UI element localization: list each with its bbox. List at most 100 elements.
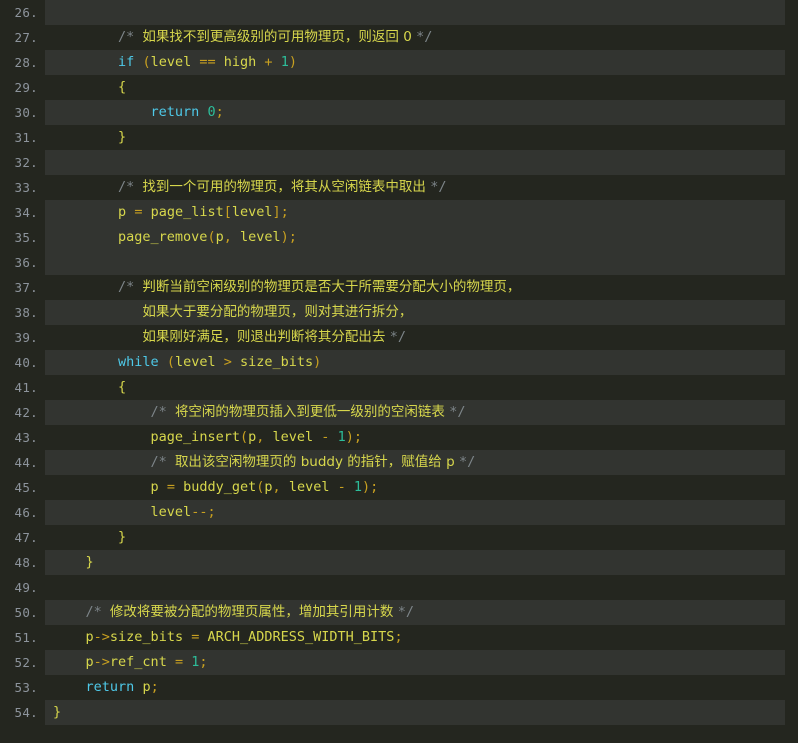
code-line[interactable]: 29. { (0, 75, 798, 100)
code-line-content[interactable] (45, 0, 798, 25)
code-line-content[interactable]: /* 找到一个可用的物理页，将其从空闲链表中取出 */ (45, 175, 798, 200)
code-line[interactable]: 35. page_remove(p, level); (0, 225, 798, 250)
token-op: ); (345, 429, 362, 445)
code-line-content[interactable]: p->ref_cnt = 1; (45, 650, 798, 675)
code-line-content[interactable]: p = buddy_get(p, level - 1); (45, 475, 798, 500)
code-line-content[interactable]: 如果刚好满足，则退出判断将其分配出去 */ (45, 325, 798, 350)
code-line-content[interactable]: page_remove(p, level); (45, 225, 798, 250)
line-number: 53. (14, 680, 38, 695)
code-line[interactable]: 31. } (0, 125, 798, 150)
code-line-content[interactable]: /* 修改将要被分配的物理页属性，增加其引用计数 */ (45, 600, 798, 625)
code-line-content[interactable]: { (45, 75, 798, 100)
code-line-content[interactable] (45, 150, 798, 175)
code-line[interactable]: 36. (0, 250, 798, 275)
line-number: 48. (14, 555, 38, 570)
token-cmt-cjk: 如果找不到更高级别的可用物理页，则返回 0 (142, 29, 417, 45)
code-line[interactable]: 49. (0, 575, 798, 600)
code-viewer[interactable]: 26. 27. /* 如果找不到更高级别的可用物理页，则返回 0 */28. if… (0, 0, 798, 743)
token-id: } (118, 529, 127, 545)
line-number: 32. (14, 155, 38, 170)
line-number: 52. (14, 655, 38, 670)
line-number: 50. (14, 605, 38, 620)
code-line-content[interactable]: return 0; (45, 100, 798, 125)
token-id: p (85, 654, 94, 670)
token-id: ref_cnt (109, 654, 167, 670)
line-number: 44. (14, 455, 38, 470)
code-line[interactable]: 26. (0, 0, 798, 25)
code-line[interactable]: 40. while (level > size_bits) (0, 350, 798, 375)
code-line[interactable]: 43. page_insert(p, level - 1); (0, 425, 798, 450)
code-line-content[interactable]: } (45, 125, 798, 150)
code-line-content[interactable]: if (level == high + 1) (45, 50, 798, 75)
code-line-content[interactable]: p->size_bits = ARCH_ADDRESS_WIDTH_BITS; (45, 625, 798, 650)
token-cmt-cjk: 找到一个可用的物理页，将其从空闲链表中取出 (142, 179, 431, 195)
code-line[interactable]: 39. 如果刚好满足，则退出判断将其分配出去 */ (0, 325, 798, 350)
code-line[interactable]: 32. (0, 150, 798, 175)
token-id: page_remove (118, 229, 208, 245)
code-line-content[interactable]: page_insert(p, level - 1); (45, 425, 798, 450)
token-op: ; (199, 654, 208, 670)
code-line[interactable]: 53. return p; (0, 675, 798, 700)
token-id: high (223, 54, 257, 70)
code-line[interactable]: 42. /* 将空闲的物理页插入到更低一级别的空闲链表 */ (0, 400, 798, 425)
code-line-content[interactable]: { (45, 375, 798, 400)
code-line[interactable]: 54.} (0, 700, 798, 725)
code-line[interactable]: 34. p = page_list[level]; (0, 200, 798, 225)
code-line-content[interactable]: while (level > size_bits) (45, 350, 798, 375)
code-line[interactable]: 30. return 0; (0, 100, 798, 125)
code-line-content[interactable] (45, 250, 798, 275)
code-line-content[interactable]: } (45, 525, 798, 550)
code-line-content[interactable]: level--; (45, 500, 798, 525)
code-line-content[interactable]: /* 判断当前空闲级别的物理页是否大于所需要分配大小的物理页， (45, 275, 798, 300)
code-line[interactable]: 38. 如果大于要分配的物理页，则对其进行拆分， (0, 300, 798, 325)
code-line[interactable]: 27. /* 如果找不到更高级别的可用物理页，则返回 0 */ (0, 25, 798, 50)
code-line[interactable]: 37. /* 判断当前空闲级别的物理页是否大于所需要分配大小的物理页， (0, 275, 798, 300)
code-line-content[interactable]: /* 取出该空闲物理页的 buddy 的指针，赋值给 p */ (45, 450, 798, 475)
token-op: -> (93, 629, 110, 645)
line-number: 43. (14, 430, 38, 445)
code-line-content[interactable]: p = page_list[level]; (45, 200, 798, 225)
code-line[interactable]: 48. } (0, 550, 798, 575)
token-op: ); (280, 229, 297, 245)
token-op: , (223, 229, 232, 245)
code-line[interactable]: 45. p = buddy_get(p, level - 1); (0, 475, 798, 500)
code-line[interactable]: 51. p->size_bits = ARCH_ADDRESS_WIDTH_BI… (0, 625, 798, 650)
code-line[interactable]: 33. /* 找到一个可用的物理页，将其从空闲链表中取出 */ (0, 175, 798, 200)
code-line[interactable]: 41. { (0, 375, 798, 400)
code-line[interactable]: 46. level--; (0, 500, 798, 525)
token-id: page_list (150, 204, 224, 220)
code-line[interactable]: 52. p->ref_cnt = 1; (0, 650, 798, 675)
code-line[interactable]: 50. /* 修改将要被分配的物理页属性，增加其引用计数 */ (0, 600, 798, 625)
token-op: ]; (272, 204, 289, 220)
token-cmt-cjk: 修改将要被分配的物理页属性，增加其引用计数 (109, 604, 398, 620)
token-cmt: */ (416, 29, 433, 45)
code-line-content[interactable] (45, 575, 798, 600)
token-op: ( (239, 429, 249, 445)
line-number: 41. (14, 380, 38, 395)
code-line[interactable]: 44. /* 取出该空闲物理页的 buddy 的指针，赋值给 p */ (0, 450, 798, 475)
token-cmt-cjk: 如果刚好满足，则退出判断将其分配出去 (142, 329, 390, 345)
token-op: ; (150, 679, 159, 695)
code-line[interactable]: 47. } (0, 525, 798, 550)
code-line-content[interactable]: return p; (45, 675, 798, 700)
token-cmt: */ (389, 329, 406, 345)
code-line-content[interactable]: } (45, 700, 798, 725)
code-line[interactable]: 28. if (level == high + 1) (0, 50, 798, 75)
code-line-content[interactable]: /* 将空闲的物理页插入到更低一级别的空闲链表 */ (45, 400, 798, 425)
code-line-content[interactable]: /* 如果找不到更高级别的可用物理页，则返回 0 */ (45, 25, 798, 50)
code-line-content[interactable]: } (45, 550, 798, 575)
token-op: ; (394, 629, 403, 645)
token-cmt: */ (397, 604, 414, 620)
code-line-content[interactable]: 如果大于要分配的物理页，则对其进行拆分， (45, 300, 798, 325)
token-cmt: /* (118, 179, 143, 195)
